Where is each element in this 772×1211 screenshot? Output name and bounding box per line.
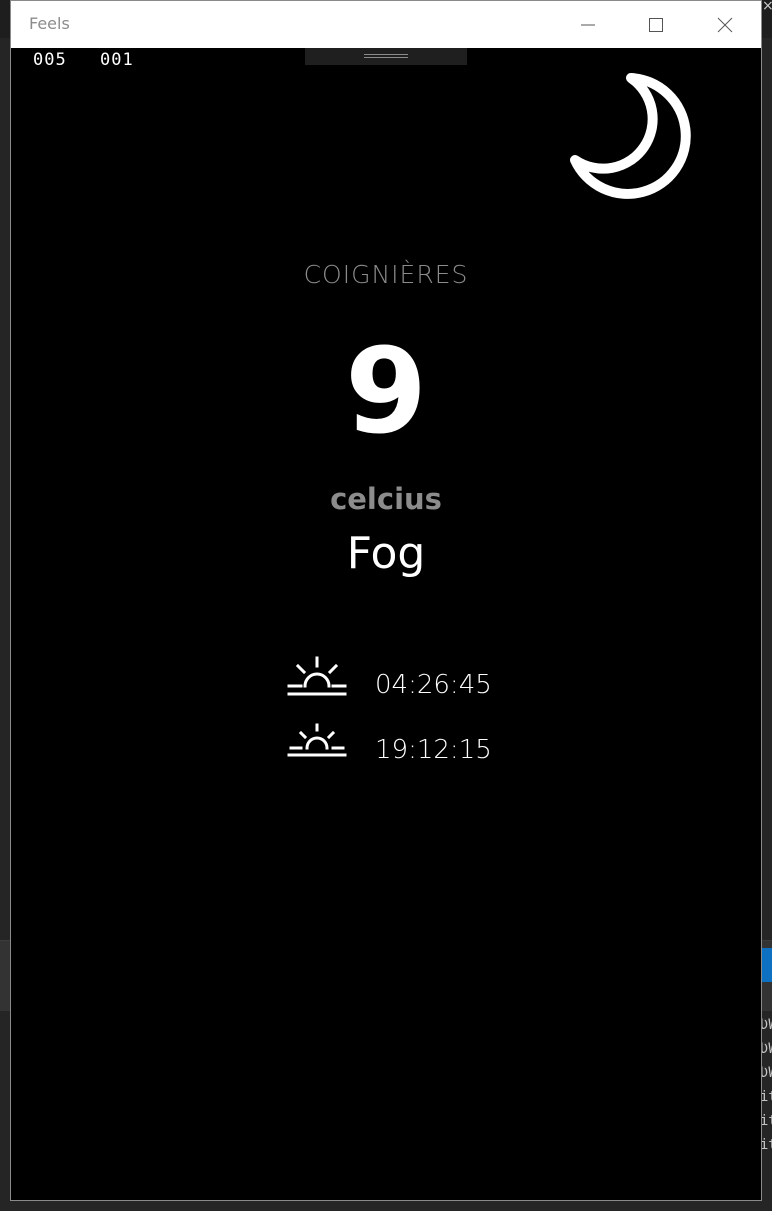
maximize-icon — [649, 17, 663, 32]
sunset-row: 19:12:15 — [287, 721, 527, 765]
weather-view: 005 001 COIGNIÈRES 9 celcius Fog 04:26:4… — [11, 48, 761, 1200]
sunrise-icon — [287, 656, 347, 696]
grip-line — [364, 54, 408, 55]
temperature-unit: celcius — [330, 482, 442, 516]
temperature-value: 9 — [344, 322, 428, 460]
close-icon — [717, 17, 733, 32]
frame-counters: 005 001 — [33, 50, 134, 70]
sunset-icon — [287, 723, 347, 757]
app-window: Feels 005 001 COIGNIÈRES 9 celcius Fog 0… — [10, 0, 762, 1201]
weather-condition: Fog — [346, 528, 426, 579]
counter-first: 005 — [33, 50, 67, 70]
drag-handle[interactable] — [305, 48, 467, 65]
maximize-button[interactable] — [622, 1, 690, 48]
sunrise-time: 04:26:45 — [375, 670, 492, 700]
title-bar[interactable]: Feels — [11, 1, 761, 48]
sunrise-row: 04:26:45 — [287, 656, 527, 700]
city-name: COIGNIÈRES — [303, 260, 469, 289]
background-close-icon: × — [762, 0, 772, 14]
close-button[interactable] — [691, 1, 759, 48]
window-title: Feels — [29, 14, 70, 33]
grip-line — [364, 57, 408, 58]
minimize-button[interactable] — [554, 1, 622, 48]
counter-second: 001 — [99, 50, 134, 70]
sunset-time: 19:12:15 — [375, 735, 492, 765]
moon-icon — [570, 73, 691, 199]
minimize-icon — [581, 24, 595, 25]
